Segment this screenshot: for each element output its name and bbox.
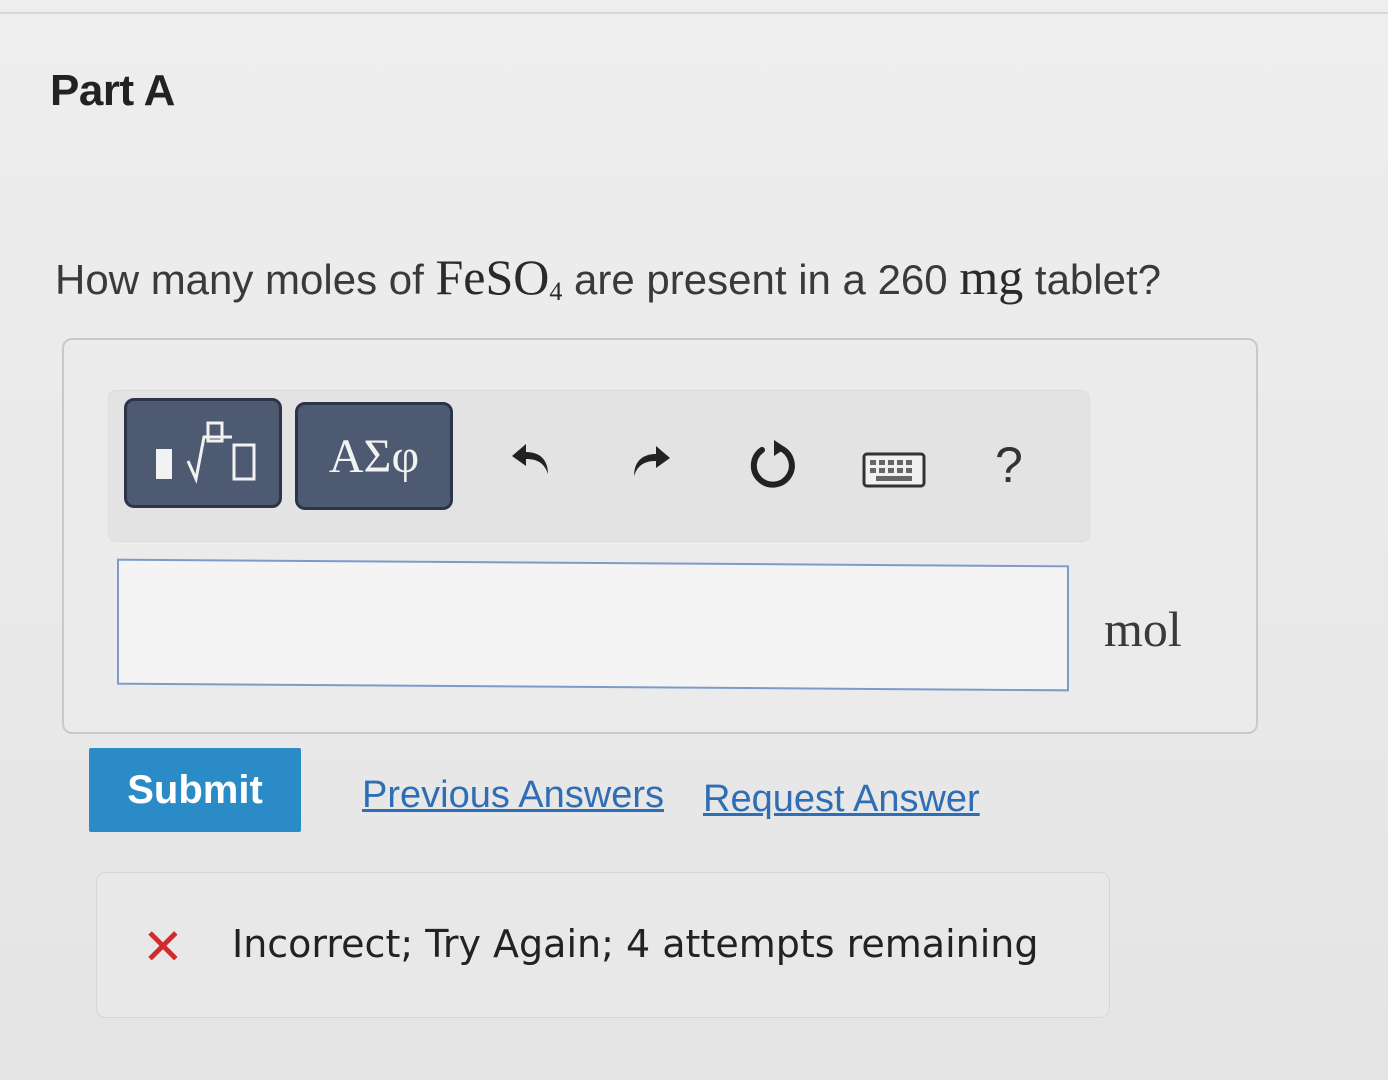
header-divider	[0, 12, 1388, 14]
formula-subscript: 4	[549, 277, 563, 306]
undo-button[interactable]	[506, 434, 556, 484]
previous-answers-link[interactable]: Previous Answers	[362, 774, 664, 817]
incorrect-x-icon: ✕	[142, 919, 184, 975]
reset-button[interactable]	[744, 436, 802, 494]
redo-button[interactable]	[626, 436, 676, 486]
templates-button[interactable]	[124, 398, 282, 508]
redo-icon	[634, 446, 670, 476]
answer-unit: mol	[1104, 601, 1182, 657]
templates-icon	[156, 421, 256, 484]
symbols-label: ΑΣφ	[328, 429, 420, 483]
part-title: Part A	[50, 66, 175, 115]
help-icon: ?	[995, 437, 1023, 493]
keyboard-button[interactable]	[862, 450, 928, 490]
keyboard-icon	[862, 452, 926, 488]
inline-unit: mg	[959, 249, 1024, 305]
symbols-button[interactable]: ΑΣφ	[295, 402, 453, 510]
question-prefix: How many moles of	[55, 256, 436, 303]
submit-button[interactable]: Submit	[89, 748, 301, 832]
reset-icon	[750, 440, 795, 488]
question-text: How many moles of FeSO4 are present in a…	[55, 248, 1161, 307]
answer-input[interactable]	[117, 558, 1069, 692]
question-middle: are present in a 260	[562, 256, 960, 303]
page: Part A How many moles of FeSO4 are prese…	[0, 0, 1388, 1080]
feedback-message: Incorrect; Try Again; 4 attempts remaini…	[232, 922, 1039, 966]
question-suffix: tablet?	[1023, 256, 1162, 303]
request-answer-link[interactable]: Request Answer	[703, 778, 980, 821]
undo-icon	[512, 444, 548, 474]
help-button[interactable]: ?	[995, 436, 1023, 494]
formula-main: FeSO	[435, 249, 550, 305]
chemical-formula: FeSO4	[435, 249, 563, 306]
